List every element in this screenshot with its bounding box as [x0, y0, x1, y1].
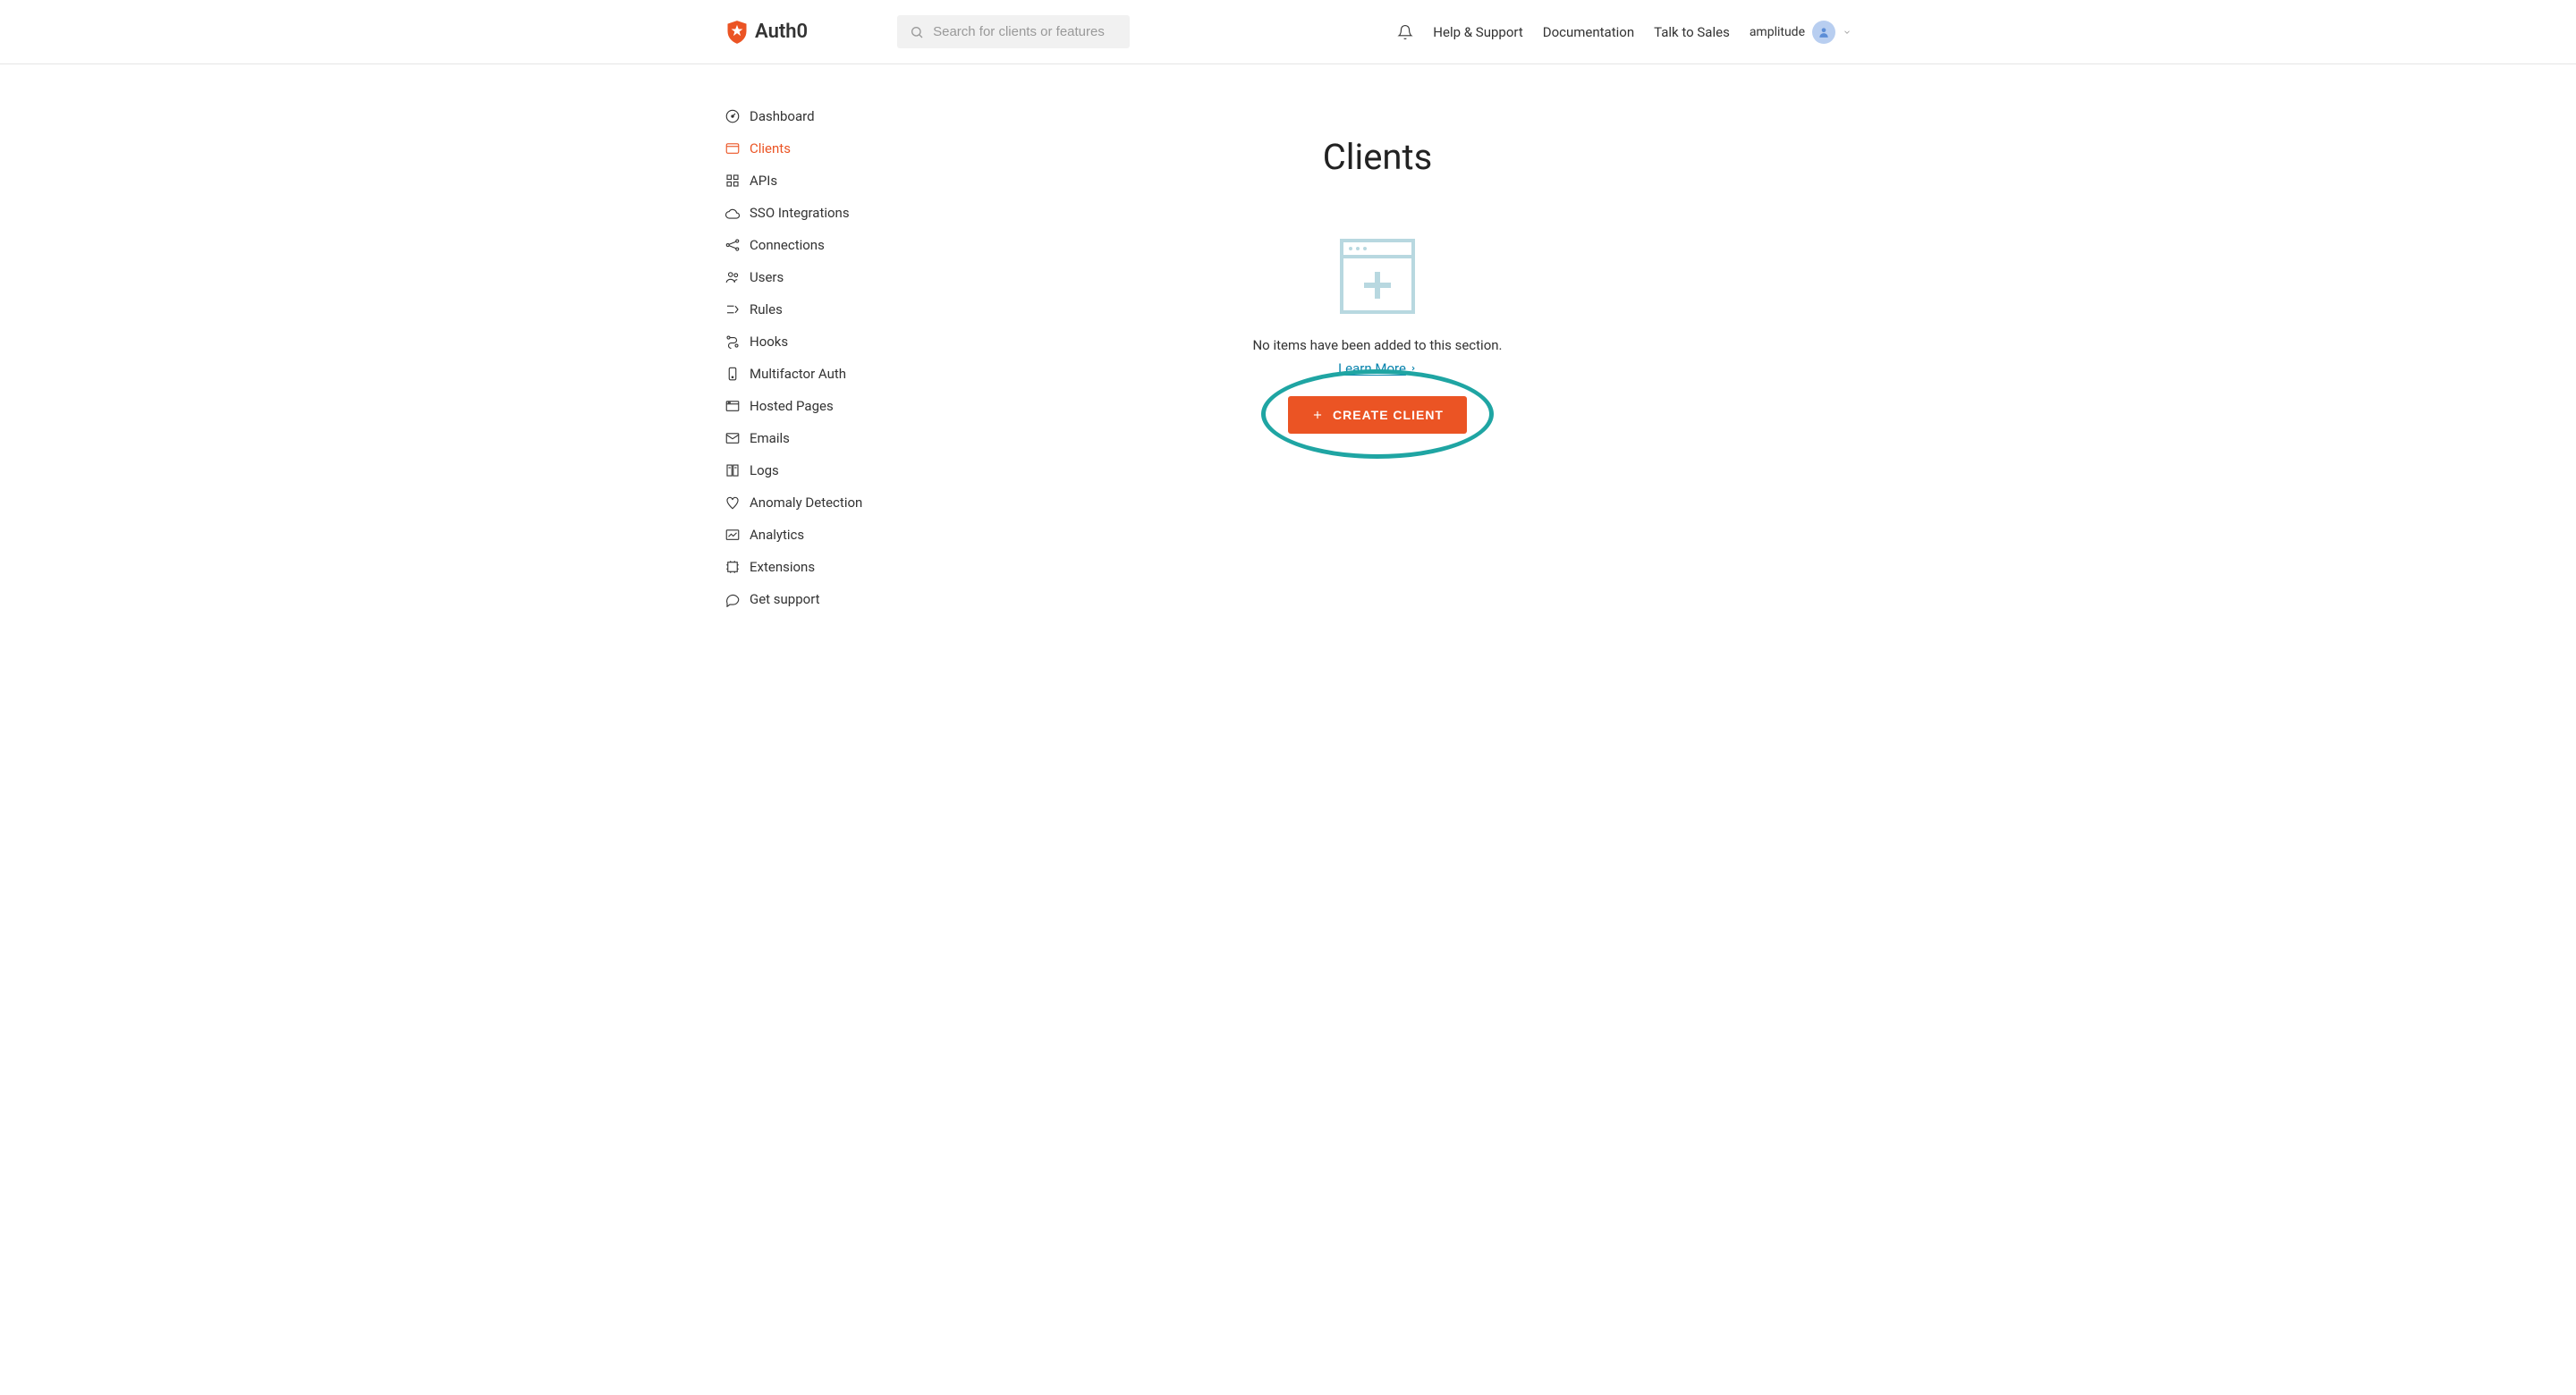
create-client-button[interactable]: CREATE CLIENT: [1288, 396, 1467, 434]
rules-icon: [724, 301, 741, 317]
create-client-label: CREATE CLIENT: [1333, 408, 1444, 422]
logo-text: Auth0: [755, 21, 808, 43]
header-right: Help & Support Documentation Talk to Sal…: [1397, 21, 1852, 44]
heart-icon: [724, 495, 741, 511]
chevron-down-icon: [1843, 28, 1852, 37]
sidebar-item-label: Dashboard: [750, 108, 815, 124]
sidebar-item-hosted[interactable]: Hosted Pages: [724, 390, 903, 422]
device-icon: [724, 366, 741, 382]
dashboard-icon: [724, 108, 741, 124]
sidebar-item-label: Analytics: [750, 527, 804, 543]
sidebar-item-label: Multifactor Auth: [750, 366, 846, 382]
sidebar-item-label: SSO Integrations: [750, 205, 850, 221]
sidebar-item-anomaly[interactable]: Anomaly Detection: [724, 486, 903, 519]
sidebar-item-label: Hooks: [750, 334, 788, 350]
sidebar-item-rules[interactable]: Rules: [724, 293, 903, 326]
sidebar-item-label: Extensions: [750, 559, 815, 575]
sidebar-item-label: Rules: [750, 301, 783, 317]
sidebar-item-label: Logs: [750, 462, 779, 478]
nav-help[interactable]: Help & Support: [1433, 24, 1522, 40]
main: Dashboard Clients APIs SSO Integrations …: [707, 64, 1869, 615]
sidebar-item-users[interactable]: Users: [724, 261, 903, 293]
learn-more-link[interactable]: Learn More: [1338, 360, 1417, 376]
header-inner: Auth0 Help & Support Documentation Talk …: [707, 15, 1869, 48]
tenant-selector[interactable]: amplitude: [1750, 21, 1852, 44]
clients-icon: [724, 140, 741, 156]
sidebar-item-clients[interactable]: Clients: [724, 132, 903, 165]
sidebar-item-mfa[interactable]: Multifactor Auth: [724, 358, 903, 390]
empty-text: No items have been added to this section…: [1252, 337, 1502, 353]
nav-sales[interactable]: Talk to Sales: [1654, 24, 1730, 40]
sidebar-item-label: Hosted Pages: [750, 398, 834, 414]
tenant-name: amplitude: [1750, 25, 1805, 39]
avatar-user-icon: [1818, 26, 1830, 38]
sidebar-item-label: Clients: [750, 140, 791, 156]
auth0-logo-icon: [724, 20, 750, 45]
hosted-icon: [724, 398, 741, 414]
search-box[interactable]: [897, 15, 1130, 48]
sidebar: Dashboard Clients APIs SSO Integrations …: [724, 64, 903, 615]
hooks-icon: [724, 334, 741, 350]
sidebar-item-label: Connections: [750, 237, 825, 253]
sidebar-item-dashboard[interactable]: Dashboard: [724, 100, 903, 132]
avatar: [1812, 21, 1835, 44]
sidebar-item-label: APIs: [750, 173, 777, 189]
content: Clients No items have been added to this…: [903, 64, 1852, 615]
sidebar-item-emails[interactable]: Emails: [724, 422, 903, 454]
cloud-icon: [724, 205, 741, 221]
page-title: Clients: [1323, 136, 1433, 178]
notifications-icon[interactable]: [1397, 24, 1413, 40]
header: Auth0 Help & Support Documentation Talk …: [0, 0, 2576, 64]
chevron-right-icon: [1410, 365, 1417, 372]
sidebar-item-extensions[interactable]: Extensions: [724, 551, 903, 583]
logs-icon: [724, 462, 741, 478]
analytics-icon: [724, 527, 741, 543]
users-icon: [724, 269, 741, 285]
logo[interactable]: Auth0: [724, 20, 808, 45]
plus-icon: [1311, 409, 1324, 421]
sidebar-item-connections[interactable]: Connections: [724, 229, 903, 261]
nav-docs[interactable]: Documentation: [1543, 24, 1634, 40]
sidebar-item-hooks[interactable]: Hooks: [724, 326, 903, 358]
search-input[interactable]: [933, 24, 1117, 39]
sidebar-item-label: Emails: [750, 430, 790, 446]
sidebar-item-analytics[interactable]: Analytics: [724, 519, 903, 551]
chat-icon: [724, 591, 741, 607]
sidebar-item-label: Anomaly Detection: [750, 495, 862, 511]
empty-window-icon: [1333, 232, 1422, 321]
email-icon: [724, 430, 741, 446]
empty-state: No items have been added to this section…: [1252, 232, 1502, 434]
sidebar-item-apis[interactable]: APIs: [724, 165, 903, 197]
sidebar-item-logs[interactable]: Logs: [724, 454, 903, 486]
sidebar-item-label: Get support: [750, 591, 820, 607]
apis-icon: [724, 173, 741, 189]
learn-more-label: Learn More: [1338, 360, 1406, 376]
extensions-icon: [724, 559, 741, 575]
sidebar-item-support[interactable]: Get support: [724, 583, 903, 615]
connections-icon: [724, 237, 741, 253]
search-icon: [910, 25, 924, 39]
sidebar-item-sso[interactable]: SSO Integrations: [724, 197, 903, 229]
sidebar-item-label: Users: [750, 269, 784, 285]
